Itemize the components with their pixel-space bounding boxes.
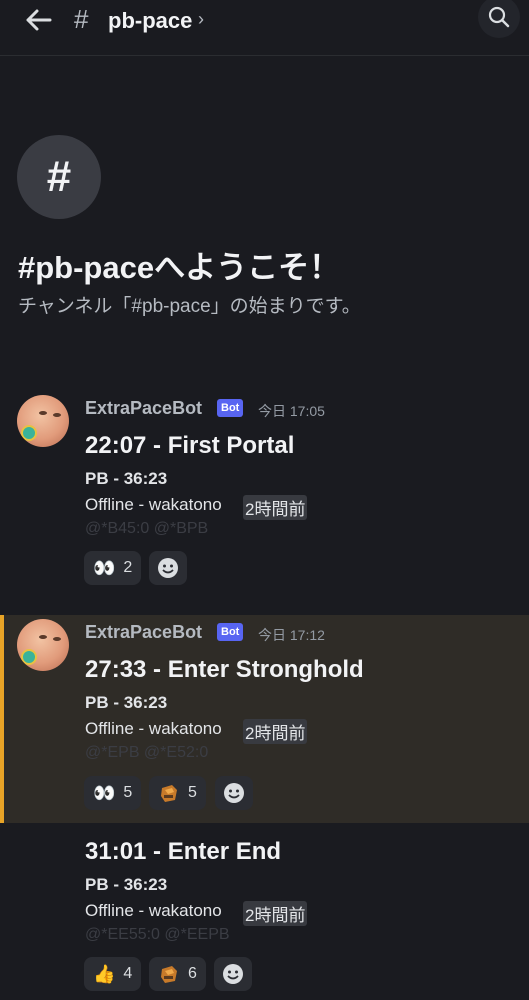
thumbs-up-emoji-icon: 👍 xyxy=(93,963,116,984)
bot-badge: Bot xyxy=(217,399,244,417)
add-reaction-button[interactable] xyxy=(149,551,187,585)
channel-hash-avatar: # xyxy=(17,135,101,219)
username[interactable]: ExtraPaceBot xyxy=(85,398,202,419)
reaction-count: 5 xyxy=(123,784,133,801)
message-item-highlighted[interactable]: ExtraPaceBot Bot 今日 17:12 27:33 - Enter … xyxy=(0,615,529,823)
custom-block-emoji-icon xyxy=(158,963,180,985)
search-button[interactable] xyxy=(478,0,520,38)
message-offline: Offline - wakatono xyxy=(85,495,222,514)
welcome-subtitle: チャンネル「#pb-pace」の始まりです。 xyxy=(18,296,361,317)
reaction-eyes[interactable]: 👀 2 xyxy=(84,551,142,585)
smiley-icon xyxy=(158,558,178,578)
bot-badge: Bot xyxy=(217,623,244,641)
avatar[interactable] xyxy=(17,619,69,671)
message-title: 22:07 - First Portal xyxy=(85,432,295,459)
message-pb: PB - 36:23 xyxy=(85,469,168,488)
relative-time: 2時間前 xyxy=(243,719,308,744)
search-icon xyxy=(488,6,510,28)
message-item[interactable]: 31:01 - Enter End PB - 36:23 Offline - w… xyxy=(0,823,529,1000)
channel-header: # pb-pace › xyxy=(0,0,529,56)
reaction-thumbs-up[interactable]: 👍 4 xyxy=(84,957,142,991)
mentions[interactable]: @*EE55:0 @*EEPB xyxy=(85,926,230,944)
smiley-icon xyxy=(224,783,244,803)
channel-name[interactable]: pb-pace xyxy=(108,8,192,34)
message-item[interactable]: ExtraPaceBot Bot 今日 17:05 22:07 - First … xyxy=(0,385,529,595)
message-pb: PB - 36:23 xyxy=(85,875,168,894)
reaction-count: 2 xyxy=(123,559,133,576)
username[interactable]: ExtraPaceBot xyxy=(85,622,202,643)
message-title: 27:33 - Enter Stronghold xyxy=(85,656,364,683)
reaction-eyes[interactable]: 👀 5 xyxy=(84,776,142,810)
back-button[interactable] xyxy=(18,6,58,34)
chevron-right-icon[interactable]: › xyxy=(198,9,204,30)
smiley-icon xyxy=(223,964,243,984)
add-reaction-button[interactable] xyxy=(215,776,253,810)
message-title: 31:01 - Enter End xyxy=(85,838,282,865)
timestamp: 今日 17:12 xyxy=(258,627,325,643)
arrow-left-icon xyxy=(26,9,52,31)
reaction-custom-block[interactable]: 5 xyxy=(149,776,206,810)
relative-time: 2時間前 xyxy=(243,901,308,926)
avatar[interactable] xyxy=(17,395,69,447)
add-reaction-button[interactable] xyxy=(214,957,252,991)
channel-hash-icon: # xyxy=(74,4,89,34)
reaction-count: 4 xyxy=(123,965,133,982)
reaction-count: 5 xyxy=(188,784,197,801)
hash-icon: # xyxy=(46,152,72,201)
reaction-count: 6 xyxy=(188,965,197,982)
message-offline: Offline - wakatono xyxy=(85,901,222,920)
eyes-emoji-icon: 👀 xyxy=(93,557,116,578)
mentions[interactable]: @*EPB @*E52:0 xyxy=(85,744,208,762)
eyes-emoji-icon: 👀 xyxy=(93,782,116,803)
timestamp: 今日 17:05 xyxy=(258,403,325,419)
welcome-title: #pb-paceへようこそ！ xyxy=(18,250,341,285)
reaction-custom-block[interactable]: 6 xyxy=(149,957,206,991)
relative-time: 2時間前 xyxy=(243,495,308,520)
message-offline: Offline - wakatono xyxy=(85,719,222,738)
custom-block-emoji-icon xyxy=(158,782,180,804)
message-pb: PB - 36:23 xyxy=(85,693,168,712)
mentions[interactable]: @*B45:0 @*BPB xyxy=(85,520,208,538)
